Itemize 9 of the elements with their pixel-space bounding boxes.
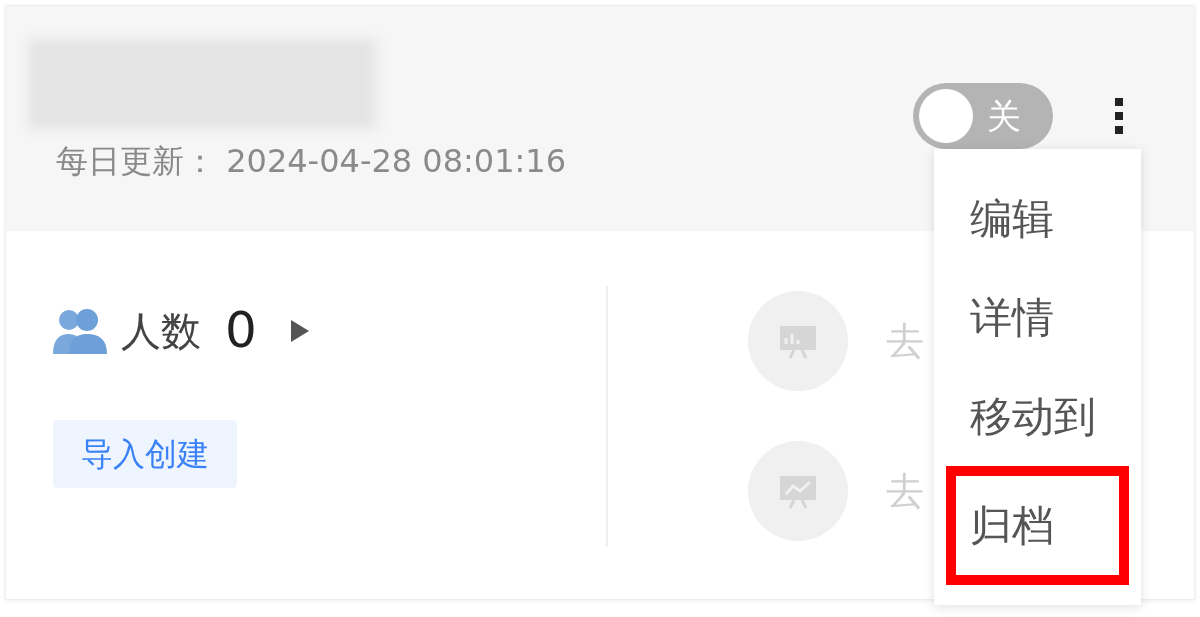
people-icon — [53, 307, 107, 354]
expand-arrow-icon[interactable] — [290, 319, 309, 342]
menu-item[interactable]: 详情 — [934, 268, 1141, 367]
menu-item[interactable]: 编辑 — [934, 169, 1141, 268]
menu-item[interactable]: 移动到 — [934, 367, 1141, 466]
count-label: 人数 — [121, 306, 201, 356]
menu-item[interactable]: 归档 — [946, 466, 1129, 585]
update-time: 每日更新： 2024-04-28 08:01:16 — [56, 141, 568, 182]
count-value: 0 — [225, 300, 257, 361]
